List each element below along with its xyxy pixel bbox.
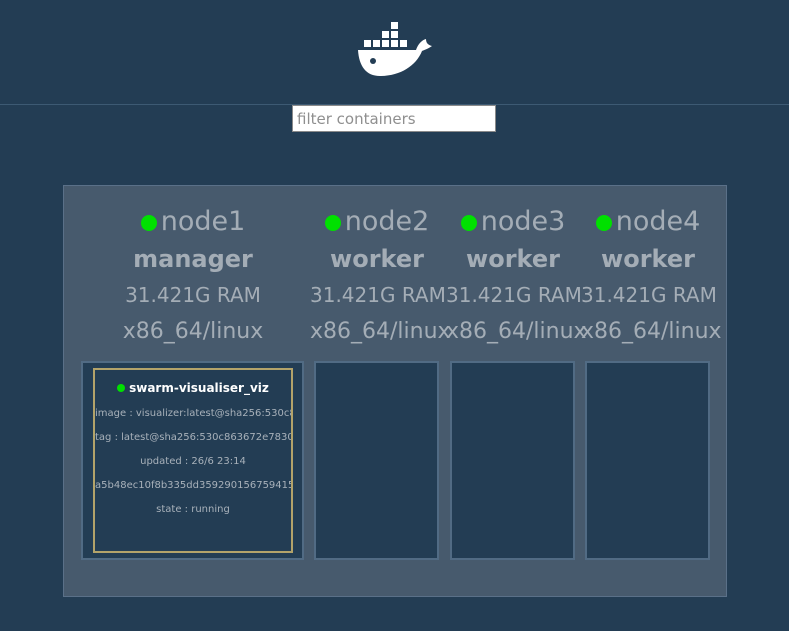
container-updated: updated : 26/6 23:14 [140, 456, 246, 467]
node-container-area-node4 [585, 361, 710, 560]
cluster-panel: node1 manager 31.421G RAM x86_64/linux s… [63, 185, 727, 597]
container-state: state : running [156, 504, 230, 515]
node-header-node3: node3 worker 31.421G RAM x86_64/linux [446, 206, 587, 347]
node-os: x86_64/linux [446, 319, 587, 344]
node-container-area-node1: swarm-visualiser_viz image : visualizer:… [81, 361, 304, 560]
status-dot-icon [460, 215, 477, 231]
node-role: worker [330, 245, 424, 273]
node-header-node4: node4 worker 31.421G RAM x86_64/linux [581, 206, 722, 347]
node-container-area-node2 [314, 361, 439, 560]
status-dot-icon [324, 215, 341, 231]
node-name: node3 [480, 206, 566, 237]
node-role: manager [133, 245, 253, 273]
node-name: node2 [344, 206, 430, 237]
node-os: x86_64/linux [310, 319, 451, 344]
container-image: image : visualizer:latest@sha256:530c863… [95, 408, 291, 419]
container-name: swarm-visualiser_viz [129, 381, 269, 395]
node-name: node1 [160, 206, 246, 237]
status-dot-icon [595, 215, 612, 231]
node-container-area-node3 [450, 361, 575, 560]
node-ram: 31.421G RAM [125, 283, 261, 307]
node-role: worker [601, 245, 695, 273]
node-name: node4 [615, 206, 701, 237]
docker-whale-icon [358, 22, 432, 76]
node-header-node1: node1 manager 31.421G RAM x86_64/linux [82, 206, 304, 347]
container-tag: tag : latest@sha256:530c863672e7830d7560… [95, 432, 291, 443]
node-ram: 31.421G RAM [310, 283, 446, 307]
node-header-node2: node2 worker 31.421G RAM x86_64/linux [310, 206, 451, 347]
filter-containers-input[interactable] [292, 105, 496, 132]
status-dot-icon [117, 384, 126, 392]
node-ram: 31.421G RAM [581, 283, 717, 307]
container-id: a5b48ec10f8b335dd3592901567594151020 [95, 480, 291, 491]
node-role: worker [466, 245, 560, 273]
node-os: x86_64/linux [581, 319, 722, 344]
node-ram: 31.421G RAM [446, 283, 582, 307]
node-os: x86_64/linux [122, 319, 264, 344]
status-dot-icon [140, 215, 157, 231]
container-card[interactable]: swarm-visualiser_viz image : visualizer:… [93, 368, 293, 553]
